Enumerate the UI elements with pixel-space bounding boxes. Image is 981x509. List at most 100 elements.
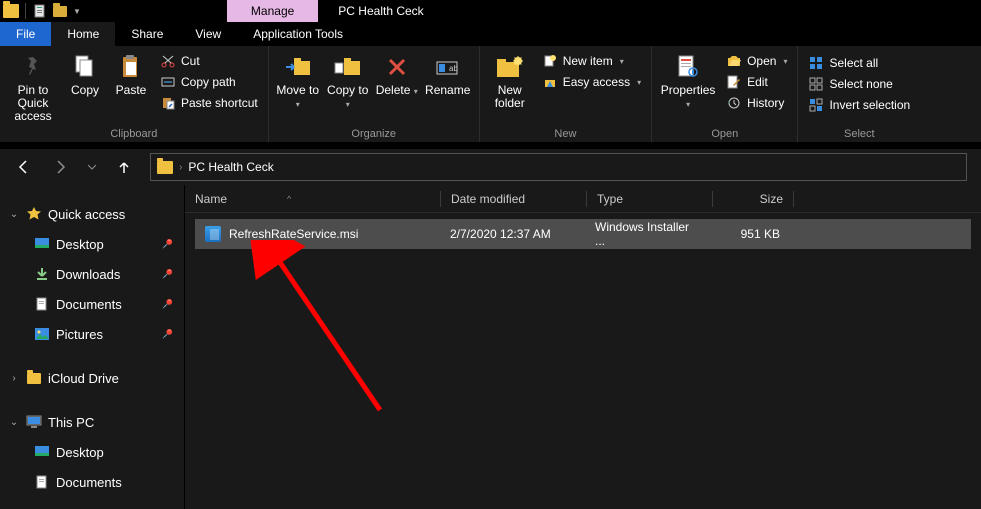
edit-button[interactable]: Edit xyxy=(722,73,791,91)
tree-icloud-drive[interactable]: › iCloud Drive xyxy=(0,363,184,393)
forward-button[interactable] xyxy=(50,157,70,177)
select-all-label: Select all xyxy=(829,56,878,70)
cut-label: Cut xyxy=(181,54,200,68)
select-none-label: Select none xyxy=(829,77,892,91)
move-to-button[interactable]: Move to ▾ xyxy=(275,50,321,111)
rename-icon: ab xyxy=(432,52,464,82)
invert-selection-button[interactable]: Invert selection xyxy=(804,96,914,114)
tree-pictures[interactable]: Pictures 📍 xyxy=(0,319,184,349)
qat-newfolder-icon[interactable] xyxy=(51,3,68,19)
qat-dropdown-icon[interactable]: ▼ xyxy=(70,7,84,16)
cut-button[interactable]: Cut xyxy=(156,52,262,70)
delete-button[interactable]: Delete ▾ xyxy=(375,50,419,98)
tree-pc-desktop[interactable]: Desktop xyxy=(0,437,184,467)
tab-home[interactable]: Home xyxy=(51,22,115,46)
folder-icon xyxy=(26,370,42,386)
file-list: Name^ Date modified Type Size RefreshRat… xyxy=(185,185,981,509)
copy-button[interactable]: Copy xyxy=(64,50,106,97)
paste-button[interactable]: Paste xyxy=(110,50,152,97)
recent-locations-button[interactable] xyxy=(86,157,98,177)
rename-button[interactable]: ab Rename xyxy=(423,50,473,97)
up-button[interactable] xyxy=(114,157,134,177)
easy-access-icon xyxy=(542,74,558,90)
rename-label: Rename xyxy=(425,84,470,97)
move-to-label: Move to xyxy=(276,83,319,97)
organize-group-label: Organize xyxy=(275,127,473,140)
open-label: Open xyxy=(747,54,776,68)
pin-icon xyxy=(17,52,49,82)
tree-quick-access[interactable]: ⌄ Quick access xyxy=(0,199,184,229)
pin-to-quick-access-button[interactable]: Pin to Quick access xyxy=(6,50,60,123)
context-tab-manage[interactable]: Manage xyxy=(227,0,318,22)
chevron-down-icon[interactable]: ⌄ xyxy=(8,209,20,220)
tree-this-pc-label: This PC xyxy=(48,415,94,430)
move-to-icon xyxy=(282,52,314,82)
navigation-bar: › PC Health Ceck xyxy=(0,149,981,185)
file-size: 951 KB xyxy=(710,227,790,241)
chevron-down-icon[interactable]: ⌄ xyxy=(8,417,20,428)
address-bar[interactable]: › PC Health Ceck xyxy=(150,153,967,181)
select-none-icon xyxy=(808,76,824,92)
tree-icloud-label: iCloud Drive xyxy=(48,371,119,386)
tree-this-pc[interactable]: ⌄ This PC xyxy=(0,407,184,437)
copy-icon xyxy=(69,52,101,82)
tree-desktop[interactable]: Desktop 📍 xyxy=(0,229,184,259)
star-icon xyxy=(26,206,42,222)
tab-view[interactable]: View xyxy=(179,22,237,46)
qat-properties-icon[interactable] xyxy=(32,3,49,19)
column-name[interactable]: Name^ xyxy=(185,192,440,206)
open-button[interactable]: Open▾ xyxy=(722,52,791,70)
file-date: 2/7/2020 12:37 AM xyxy=(440,227,585,241)
select-group-label: Select xyxy=(804,127,914,140)
chevron-right-icon[interactable]: › xyxy=(8,373,20,384)
pin-icon: 📍 xyxy=(158,235,177,254)
paste-label: Paste xyxy=(116,84,147,97)
copy-to-button[interactable]: Copy to ▾ xyxy=(325,50,371,111)
paste-shortcut-label: Paste shortcut xyxy=(181,96,258,110)
paste-shortcut-button[interactable]: Paste shortcut xyxy=(156,94,262,112)
tree-pc-desktop-label: Desktop xyxy=(56,445,104,460)
documents-icon xyxy=(34,296,50,312)
tree-documents[interactable]: Documents 📍 xyxy=(0,289,184,319)
tab-file[interactable]: File xyxy=(0,22,51,46)
select-none-button[interactable]: Select none xyxy=(804,75,914,93)
select-all-icon xyxy=(808,55,824,71)
main-area: ⌄ Quick access Desktop 📍 Downloads 📍 Doc… xyxy=(0,185,981,509)
tab-application-tools[interactable]: Application Tools xyxy=(237,22,359,46)
group-new: New folder New item▾ Easy access▾ New xyxy=(480,46,652,142)
history-button[interactable]: History xyxy=(722,94,791,112)
tree-pictures-label: Pictures xyxy=(56,327,103,342)
new-item-button[interactable]: New item▾ xyxy=(538,52,645,70)
downloads-icon xyxy=(34,266,50,282)
pin-icon: 📍 xyxy=(158,295,177,314)
new-folder-button[interactable]: New folder xyxy=(486,50,534,110)
tab-share[interactable]: Share xyxy=(115,22,179,46)
copy-to-icon xyxy=(332,52,364,82)
paste-icon xyxy=(115,52,147,82)
new-item-icon xyxy=(542,53,558,69)
pin-label: Pin to Quick access xyxy=(6,84,60,123)
installer-icon xyxy=(205,226,221,242)
breadcrumb-current[interactable]: PC Health Ceck xyxy=(188,160,273,174)
invert-selection-icon xyxy=(808,97,824,113)
tree-downloads[interactable]: Downloads 📍 xyxy=(0,259,184,289)
copy-path-label: Copy path xyxy=(181,75,236,89)
breadcrumb-separator-icon[interactable]: › xyxy=(179,162,182,173)
window-title: PC Health Ceck xyxy=(338,4,423,18)
column-size[interactable]: Size xyxy=(713,192,793,206)
properties-label: Properties xyxy=(661,83,716,97)
column-date[interactable]: Date modified xyxy=(441,192,586,206)
back-button[interactable] xyxy=(14,157,34,177)
history-icon xyxy=(726,95,742,111)
copy-path-button[interactable]: Copy path xyxy=(156,73,262,91)
file-row[interactable]: RefreshRateService.msi 2/7/2020 12:37 AM… xyxy=(195,219,971,249)
properties-button[interactable]: Properties ▾ xyxy=(658,50,718,111)
file-type: Windows Installer ... xyxy=(585,220,710,248)
select-all-button[interactable]: Select all xyxy=(804,54,914,72)
desktop-icon xyxy=(34,236,50,252)
column-type[interactable]: Type xyxy=(587,192,712,206)
svg-text:ab: ab xyxy=(449,64,458,73)
easy-access-button[interactable]: Easy access▾ xyxy=(538,73,645,91)
open-icon xyxy=(726,53,742,69)
tree-pc-documents[interactable]: Documents xyxy=(0,467,184,497)
